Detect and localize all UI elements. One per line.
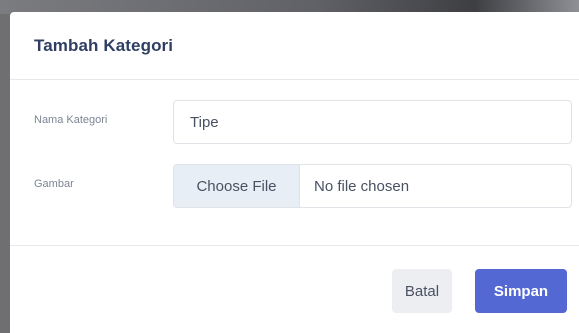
category-name-label: Nama Kategori bbox=[34, 114, 108, 126]
category-name-input[interactable] bbox=[173, 100, 572, 144]
choose-file-button[interactable]: Choose File bbox=[174, 165, 300, 207]
modal-footer: Batal Simpan bbox=[10, 246, 579, 333]
cancel-button[interactable]: Batal bbox=[392, 269, 452, 313]
save-button[interactable]: Simpan bbox=[475, 269, 567, 313]
image-label: Gambar bbox=[34, 178, 74, 190]
file-status-text: No file chosen bbox=[314, 177, 410, 195]
image-file-input[interactable]: Choose File No file chosen bbox=[173, 164, 572, 208]
modal-body: Nama Kategori Gambar Choose File No file… bbox=[10, 80, 579, 246]
add-category-modal: Tambah Kategori Nama Kategori Gambar Cho… bbox=[10, 12, 579, 333]
modal-header: Tambah Kategori bbox=[10, 12, 579, 80]
modal-title: Tambah Kategori bbox=[34, 35, 174, 55]
